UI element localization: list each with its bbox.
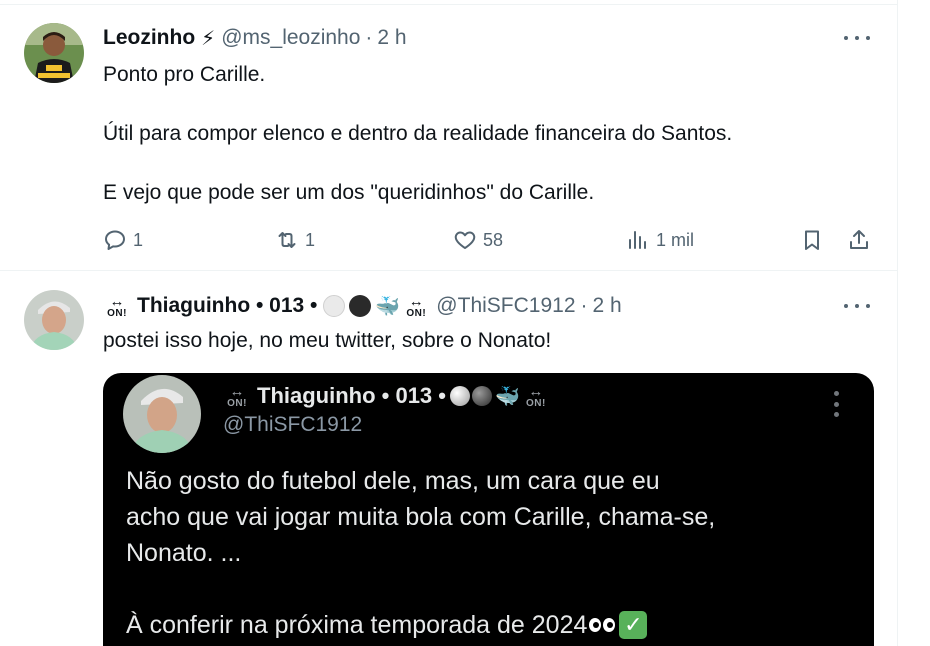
tweet-header: ↔ ON! Thiaguinho • 013 • 🐳 ↔ ON! @ThiSFC… — [103, 291, 622, 321]
reply-icon — [105, 230, 125, 250]
tweet-actions: 1 1 58 1 mil — [103, 223, 873, 257]
share-icon — [850, 230, 868, 249]
tweet-text-line: Útil para compor elenco e dentro da real… — [103, 122, 733, 145]
reply-button[interactable]: 1 — [103, 223, 143, 257]
black-circle-icon — [349, 295, 372, 317]
avatar[interactable] — [24, 290, 84, 350]
retweet-icon — [278, 232, 296, 248]
media-author-name: Thiaguinho • 013 • — [257, 383, 446, 408]
like-count: 58 — [483, 229, 504, 250]
more-options-icon[interactable] — [844, 296, 870, 316]
separator-dot: · — [365, 26, 373, 49]
tweet-text-line: E vejo que pode ser um dos "queridinhos"… — [103, 181, 595, 204]
timestamp[interactable]: 2 h — [377, 26, 406, 50]
views-chart-icon — [629, 231, 646, 249]
tweet-text: postei isso hoje, no meu twitter, sobre … — [103, 329, 552, 352]
share-button[interactable] — [847, 223, 877, 257]
media-text-line: Não gosto do futebol dele, mas, um cara … — [126, 467, 660, 495]
timestamp[interactable]: 2 h — [593, 294, 622, 318]
views-button[interactable]: 1 mil — [626, 223, 694, 257]
on-arrow-icon: ↔ ON! — [107, 292, 127, 319]
tweet[interactable]: Leozinho ⚡ @ms_leozinho · 2 h Ponto pro … — [0, 5, 898, 271]
media-text-line: À conferir na próxima temporada de 2024 — [126, 611, 588, 639]
on-arrow-icon: ↔ ON! — [227, 382, 247, 409]
reply-count: 1 — [133, 229, 144, 250]
author-name[interactable]: Leozinho — [103, 26, 195, 50]
tweet-header: Leozinho ⚡ @ms_leozinho · 2 h — [103, 23, 407, 53]
black-circle-icon — [471, 386, 492, 406]
tweet-text-line: Ponto pro Carille. — [103, 63, 266, 86]
whale-icon: 🐳 — [375, 295, 401, 318]
media-author-handle: @ThiSFC1912 — [223, 413, 363, 436]
retweet-button[interactable]: 1 — [275, 223, 315, 257]
lightning-icon: ⚡ — [201, 27, 216, 50]
bookmark-button[interactable] — [800, 223, 830, 257]
bookmark-icon — [805, 230, 819, 250]
like-button[interactable]: 58 — [453, 223, 503, 257]
media-text-line: acho que vai jogar muita bola com Carill… — [126, 503, 716, 531]
avatar — [123, 375, 201, 453]
more-options-icon[interactable] — [844, 28, 870, 48]
avatar[interactable] — [24, 23, 84, 83]
media-text-line: Nonato. ... — [126, 539, 242, 567]
eyes-icon — [589, 618, 616, 632]
tweet-media-image[interactable]: ↔ ON! Thiaguinho • 013 • 🐳 ↔ ON! @ThiSFC… — [103, 373, 874, 646]
whale-icon: 🐳 — [494, 385, 520, 408]
author-handle[interactable]: @ThiSFC1912 — [436, 294, 575, 318]
views-count: 1 mil — [656, 229, 695, 250]
separator-dot: · — [580, 294, 588, 317]
white-circle-icon — [323, 295, 346, 317]
media-header: ↔ ON! Thiaguinho • 013 • 🐳 ↔ ON! — [223, 381, 550, 411]
white-circle-icon — [449, 386, 470, 406]
media-text: Não gosto do futebol dele, mas, um cara … — [126, 463, 715, 643]
timeline-feed: Leozinho ⚡ @ms_leozinho · 2 h Ponto pro … — [0, 0, 898, 646]
author-handle[interactable]: @ms_leozinho — [221, 26, 360, 50]
on-arrow-icon: ↔ ON! — [525, 382, 546, 409]
more-options-icon — [834, 391, 840, 417]
on-arrow-icon: ↔ ON! — [406, 292, 427, 319]
media-text-line-last: À conferir na próxima temporada de 2024 … — [126, 607, 715, 643]
retweet-count: 1 — [305, 229, 316, 250]
check-icon: ✓ — [619, 611, 648, 639]
heart-icon — [454, 231, 476, 249]
author-name[interactable]: Thiaguinho • 013 • — [137, 294, 317, 318]
tweet[interactable]: ↔ ON! Thiaguinho • 013 • 🐳 ↔ ON! @ThiSFC… — [0, 272, 898, 646]
